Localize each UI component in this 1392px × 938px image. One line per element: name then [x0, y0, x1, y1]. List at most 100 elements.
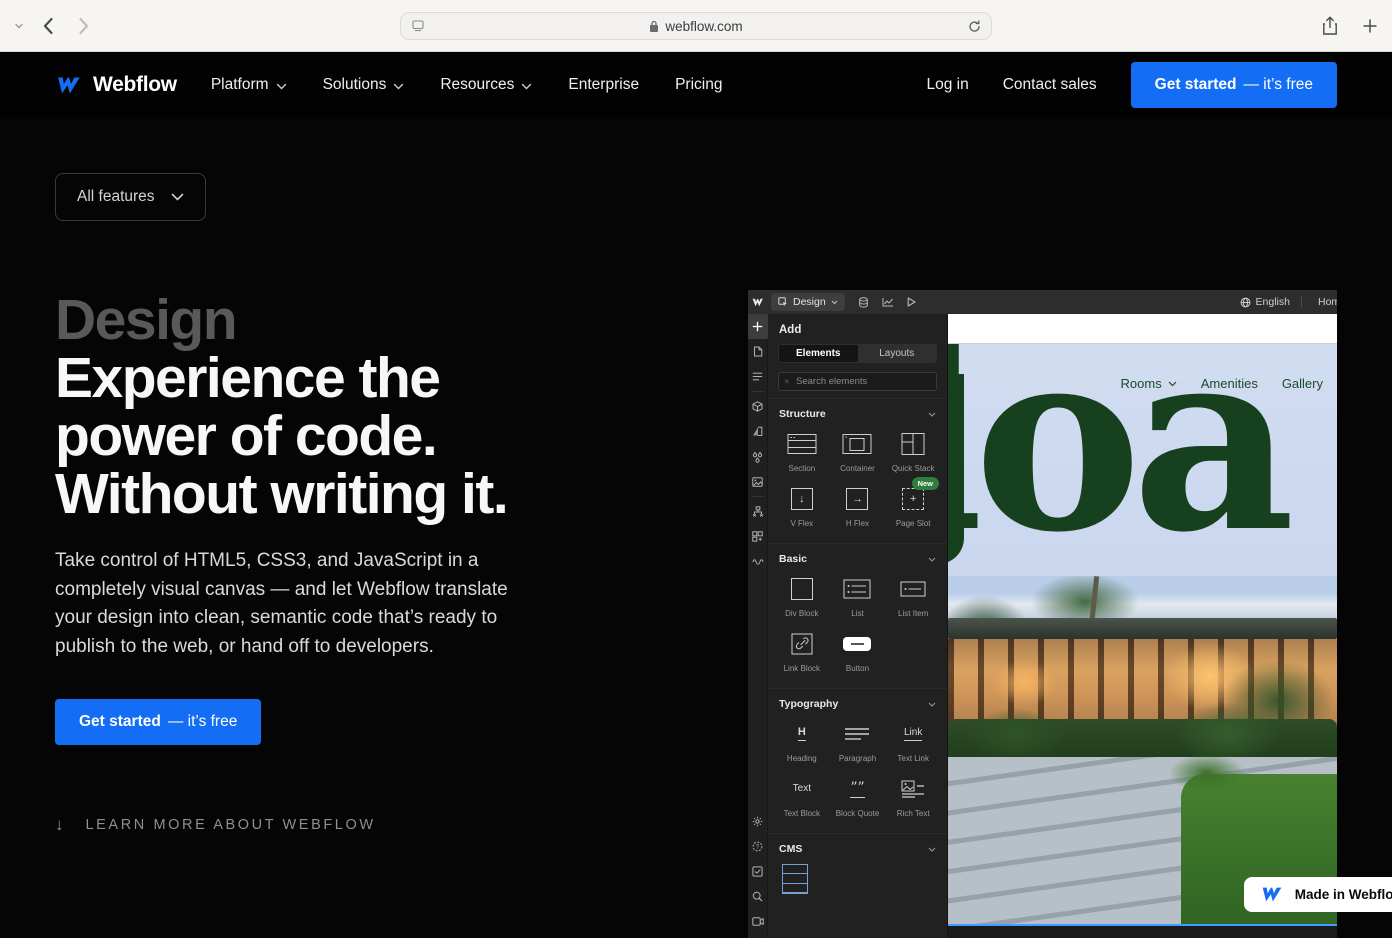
heading-category: Design [55, 291, 595, 349]
share-icon[interactable] [1322, 16, 1338, 36]
site-structure-button[interactable] [748, 499, 768, 524]
element-card-h-flex[interactable]: → H Flex [830, 486, 886, 528]
webflow-w-icon [55, 76, 85, 95]
webflow-w-icon[interactable] [748, 298, 768, 307]
section-header-typography[interactable]: Typography [768, 688, 947, 715]
apps-button[interactable] [748, 524, 768, 549]
section-header-structure[interactable]: Structure [768, 398, 947, 425]
navigator-button[interactable] [748, 364, 768, 389]
divider [752, 391, 764, 392]
analytics-chart-icon[interactable] [882, 297, 894, 307]
address-bar[interactable]: webflow.com [400, 12, 992, 40]
chevron-down-icon [928, 412, 936, 417]
video-tutorials-button[interactable] [748, 909, 768, 934]
interactions-button[interactable] [748, 549, 768, 574]
main-menu: Platform Solutions Resources Enterprise … [211, 76, 723, 94]
all-features-dropdown[interactable]: All features [55, 173, 206, 221]
assets-button[interactable] [748, 469, 768, 494]
components-button[interactable] [748, 394, 768, 419]
h-flex-icon: → [846, 486, 868, 512]
element-card-link-block[interactable]: Link Block [774, 631, 830, 673]
element-card-container[interactable]: Container [830, 431, 886, 473]
canvas-site-topbar [948, 314, 1337, 344]
new-tab-icon[interactable] [1362, 18, 1378, 34]
element-card-list-item[interactable]: List Item [885, 576, 941, 618]
learn-more-link[interactable]: ↓ LEARN MORE ABOUT WEBFLOW [55, 815, 595, 835]
checklist-button[interactable] [748, 859, 768, 884]
contact-sales-link[interactable]: Contact sales [1003, 76, 1097, 94]
styles-button[interactable] [748, 444, 768, 469]
canvas-nav-amenities[interactable]: Amenities [1201, 376, 1258, 391]
page-selector[interactable]: Home [1313, 296, 1337, 308]
browser-chrome: webflow.com [0, 0, 1392, 52]
element-card-section[interactable]: Section [774, 431, 830, 473]
chevron-down-icon [1168, 381, 1177, 387]
canvas-nav-rooms[interactable]: Rooms [1121, 376, 1177, 391]
divider [752, 496, 764, 497]
divider [1301, 296, 1302, 308]
language-selector[interactable]: English [1240, 296, 1290, 308]
hero-section: All features Design Experience the power… [0, 118, 1392, 912]
chevron-down-icon[interactable] [14, 22, 24, 30]
search-button[interactable] [748, 884, 768, 909]
forward-button[interactable] [78, 17, 90, 35]
collection-list-icon[interactable] [782, 864, 808, 894]
element-card-text-block[interactable]: Text Text Block [774, 776, 830, 818]
canvas-nav-gallery[interactable]: Gallery [1282, 376, 1323, 391]
element-card-list[interactable]: List [830, 576, 886, 618]
element-card-paragraph[interactable]: Paragraph [830, 721, 886, 763]
hero-heading: Design Experience the power of code. Wit… [55, 291, 595, 523]
element-card-block-quote[interactable]: ”” Block Quote [830, 776, 886, 818]
element-card-page-slot[interactable]: New + Page Slot [885, 486, 941, 528]
element-card-text-link[interactable]: Link Text Link [885, 721, 941, 763]
hero-get-started-button[interactable]: Get started — it’s free [55, 699, 261, 745]
nav-item-solutions[interactable]: Solutions [323, 76, 405, 94]
canvas-site-nav: Rooms Amenities Gallery [1121, 376, 1323, 391]
add-elements-button[interactable] [748, 314, 768, 339]
add-panel-title: Add [768, 314, 947, 344]
element-card-quick-stack[interactable]: Quick Stack [885, 431, 941, 473]
preview-play-icon[interactable] [907, 297, 916, 307]
designer-toolbar: ? [748, 314, 768, 938]
login-link[interactable]: Log in [927, 76, 969, 94]
help-button[interactable]: ? [748, 834, 768, 859]
made-in-webflow-badge[interactable]: Made in Webflow [1244, 877, 1392, 912]
element-card-v-flex[interactable]: ↓ V Flex [774, 486, 830, 528]
element-card-heading[interactable]: H Heading [774, 721, 830, 763]
reload-icon[interactable] [968, 20, 981, 33]
search-input[interactable] [794, 375, 930, 388]
section-header-basic[interactable]: Basic [768, 543, 947, 570]
libraries-button[interactable] [748, 419, 768, 444]
tab-elements[interactable]: Elements [779, 345, 858, 362]
element-search[interactable] [778, 372, 937, 391]
webflow-logo[interactable]: Webflow [55, 73, 177, 97]
canvas-house-photo [948, 576, 1337, 924]
tab-layouts[interactable]: Layouts [858, 345, 937, 362]
nav-item-platform[interactable]: Platform [211, 76, 287, 94]
design-mode-dropdown[interactable]: Design [771, 293, 845, 311]
div-block-icon [791, 576, 813, 602]
list-item-icon [899, 576, 927, 602]
section-icon [786, 431, 818, 457]
pages-button[interactable] [748, 339, 768, 364]
webflow-w-icon [1260, 886, 1286, 903]
nav-item-pricing[interactable]: Pricing [675, 76, 722, 94]
designer-app-window: Design English Home [748, 290, 1337, 938]
add-panel: Add Elements Layouts Structure [768, 314, 948, 938]
get-started-button[interactable]: Get started — it’s free [1131, 62, 1337, 108]
canvas-brand-headline: loa [948, 314, 1285, 579]
nav-item-enterprise[interactable]: Enterprise [568, 76, 639, 94]
cms-database-icon[interactable] [858, 297, 869, 308]
button-icon [843, 631, 871, 657]
settings-button[interactable] [748, 809, 768, 834]
nav-item-resources[interactable]: Resources [440, 76, 532, 94]
block-quote-icon: ”” [850, 776, 864, 802]
element-card-rich-text[interactable]: Rich Text [885, 776, 941, 818]
section-header-cms[interactable]: CMS [768, 833, 947, 860]
globe-icon [1240, 297, 1251, 308]
element-card-div-block[interactable]: Div Block [774, 576, 830, 618]
element-card-button[interactable]: Button [830, 631, 886, 673]
back-button[interactable] [42, 17, 54, 35]
designer-topbar: Design English Home [748, 290, 1337, 314]
designer-canvas[interactable]: Rooms Amenities Gallery loa [948, 314, 1337, 938]
